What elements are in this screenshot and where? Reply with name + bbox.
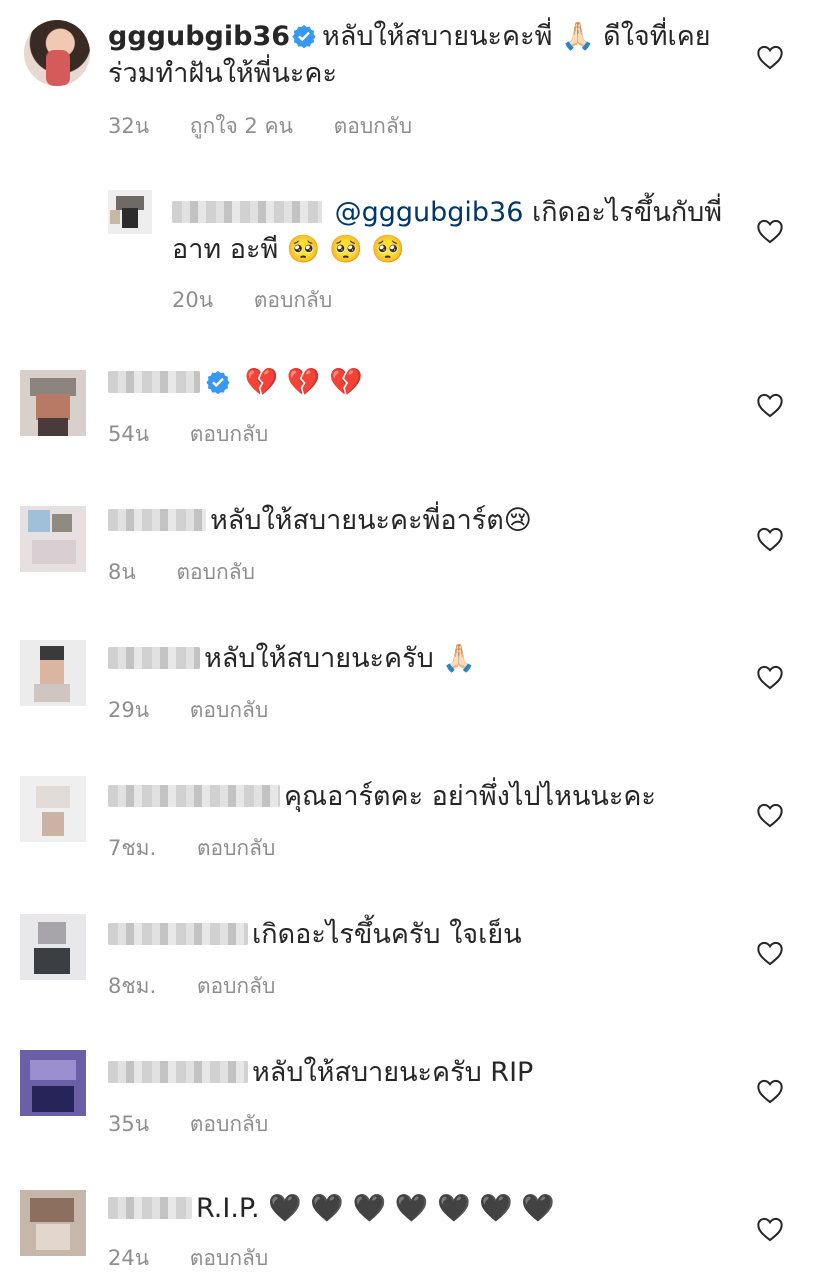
- heart-outline-icon[interactable]: [756, 392, 784, 418]
- comment-time: 54น: [108, 422, 150, 446]
- comment-time: 24น: [108, 1246, 150, 1270]
- heart-outline-icon[interactable]: [756, 1078, 784, 1104]
- comment-time: 29น: [108, 698, 150, 722]
- reply-button[interactable]: ตอบกลับ: [190, 1112, 269, 1136]
- blurred-username[interactable]: [108, 647, 200, 669]
- reply-button[interactable]: ตอบกลับ: [197, 836, 276, 860]
- heart-outline-icon[interactable]: [756, 44, 784, 70]
- reply-button[interactable]: ตอบกลับ: [190, 422, 269, 446]
- comment-time: 7ชม.: [108, 836, 157, 860]
- comment-username[interactable]: gggubgib36: [108, 21, 290, 52]
- reply-button[interactable]: ตอบกลับ: [197, 974, 276, 998]
- reply-button[interactable]: ตอบกลับ: [190, 698, 269, 722]
- comment-text: หลับให้สบายนะครับ RIP: [252, 1057, 534, 1088]
- comment-text: หลับให้สบายนะครับ 🙏🏻: [204, 643, 476, 674]
- comment-text: R.I.P. 🖤 🖤 🖤 🖤 🖤 🖤 🖤: [196, 1193, 555, 1224]
- avatar[interactable]: [20, 506, 86, 572]
- comment-text: หลับให้สบายนะคะพี่อาร์ต😢: [210, 505, 532, 536]
- avatar[interactable]: [20, 640, 86, 706]
- comment-time: 8น: [108, 560, 136, 584]
- comment-text: 💔 💔 💔: [244, 367, 363, 398]
- reply-button[interactable]: ตอบกลับ: [254, 288, 333, 312]
- blurred-username[interactable]: [108, 1061, 248, 1083]
- heart-outline-icon[interactable]: [756, 664, 784, 690]
- mention-link[interactable]: @gggubgib36: [335, 197, 524, 228]
- reply-button[interactable]: ตอบกลับ: [190, 1246, 269, 1270]
- comment-time: 20น: [172, 288, 214, 312]
- avatar[interactable]: [24, 20, 90, 86]
- blurred-username[interactable]: [108, 371, 200, 393]
- likes-count[interactable]: ถูกใจ 2 คน: [190, 114, 293, 138]
- verified-badge-icon: [206, 367, 230, 395]
- blurred-username[interactable]: [108, 509, 206, 531]
- comment-text: เกิดอะไรขึ้นครับ ใจเย็น: [252, 919, 522, 950]
- heart-outline-icon[interactable]: [756, 940, 784, 966]
- avatar[interactable]: [20, 370, 86, 436]
- avatar[interactable]: [20, 1190, 86, 1256]
- blurred-username[interactable]: [108, 1197, 192, 1219]
- blurred-username[interactable]: [172, 201, 322, 223]
- heart-outline-icon[interactable]: [756, 218, 784, 244]
- blurred-username[interactable]: [108, 785, 280, 807]
- blurred-username[interactable]: [108, 923, 248, 945]
- heart-outline-icon[interactable]: [756, 1216, 784, 1242]
- heart-outline-icon[interactable]: [756, 802, 784, 828]
- avatar[interactable]: [20, 1050, 86, 1116]
- heart-outline-icon[interactable]: [756, 526, 784, 552]
- comment-time: 32น: [108, 114, 150, 138]
- verified-badge-icon: [292, 21, 316, 49]
- reply-button[interactable]: ตอบกลับ: [334, 114, 413, 138]
- avatar[interactable]: [20, 776, 86, 842]
- comment-text: คุณอาร์ตคะ อย่าพึ่งไปไหนนะคะ: [284, 781, 656, 812]
- reply-button[interactable]: ตอบกลับ: [176, 560, 255, 584]
- comment-time: 35น: [108, 1112, 150, 1136]
- comment-time: 8ชม.: [108, 974, 157, 998]
- avatar[interactable]: [20, 914, 86, 980]
- avatar[interactable]: [108, 190, 152, 234]
